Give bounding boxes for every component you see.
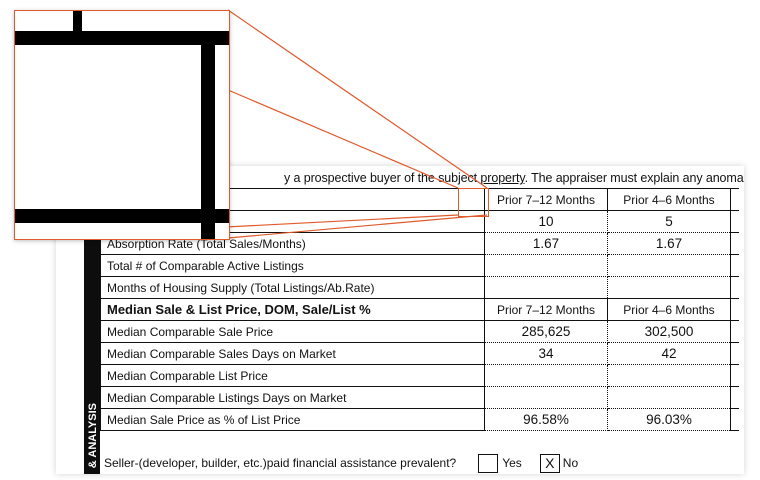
zoom-target-box: [458, 188, 489, 217]
mag-horizontal-bar-bottom: [15, 209, 229, 223]
connector-line-mid: [227, 89, 459, 189]
connector-line-top: [227, 9, 488, 189]
connector-line-bottom: [227, 214, 488, 239]
mag-vertical-bar-right: [201, 31, 215, 239]
mag-vertical-bar-left: [73, 11, 82, 31]
mag-horizontal-bar-top: [15, 31, 229, 45]
zoom-magnifier: [14, 10, 230, 240]
